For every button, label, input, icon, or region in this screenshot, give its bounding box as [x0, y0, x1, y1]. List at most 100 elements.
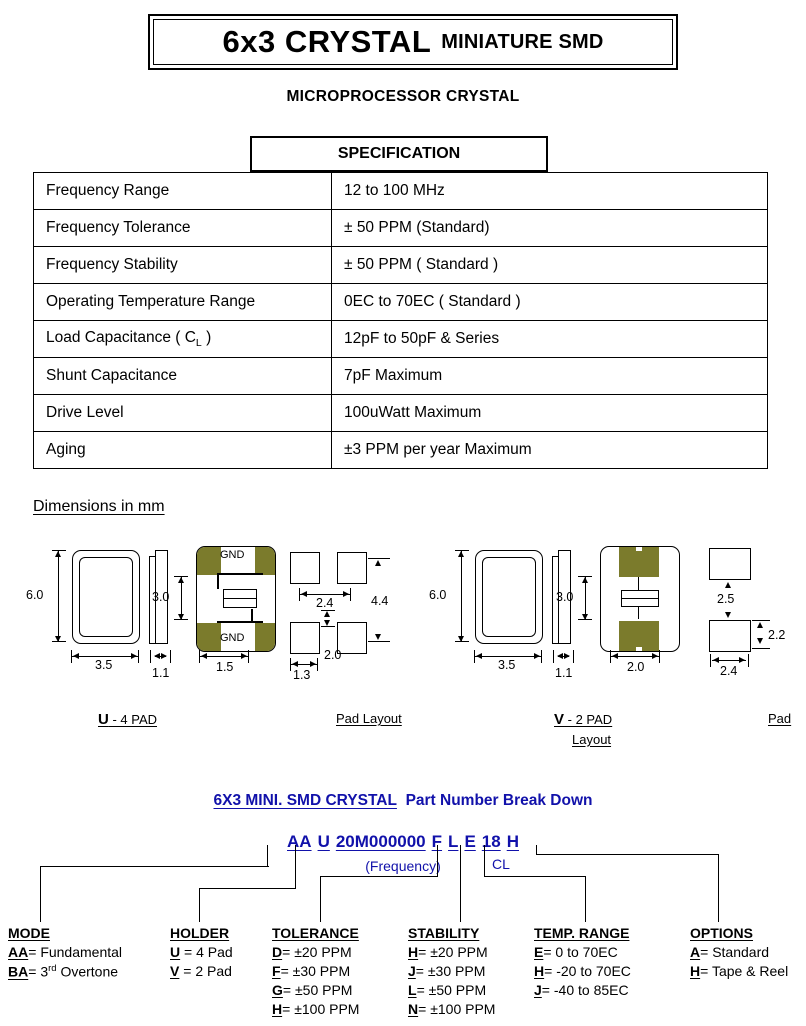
leader-tolerance-v2 — [320, 876, 322, 922]
legend-item-code: F — [272, 963, 281, 979]
v-layout-padw-arrow-left — [713, 657, 719, 663]
leader-stability-v — [460, 845, 462, 922]
u-pad-width-arrow-right — [241, 653, 247, 659]
specification-table: Frequency Range 12 to 100 MHz Frequency To… — [33, 172, 768, 469]
legend-item-code: E — [534, 944, 544, 960]
v-layout-pad-bottom — [709, 620, 751, 652]
legend-item: N= ±100 PPM — [408, 1001, 496, 1017]
v-layout-padw-label: 2.4 — [720, 664, 738, 678]
v-height-dim-line — [461, 550, 463, 642]
v-thickness-arrow-left — [557, 653, 563, 659]
legend-column-options: OPTIONS A= Standard H= Tape & Reel — [690, 925, 788, 979]
v-pad-height-label: 3.0 — [556, 590, 574, 604]
v-thickness-label: 1.1 — [555, 666, 573, 680]
caption-u-4pad: U - 4 PAD — [98, 711, 157, 728]
v-layout-padw-tick-left — [710, 654, 712, 667]
legend-item: E= 0 to 70EC — [534, 944, 618, 960]
caption-u-rest: - 4 PAD — [108, 712, 158, 727]
v-layout-padh-label: 2.2 — [768, 628, 786, 642]
v-height-label: 6.0 — [429, 588, 447, 602]
u-pad-width-tick-left — [199, 650, 201, 663]
table-row: Aging ±3 PPM per year Maximum — [33, 431, 768, 469]
legend-item: V = 2 Pad — [170, 963, 232, 979]
v-pad-height-arrow-up — [582, 577, 588, 583]
legend-item-code: AA — [8, 944, 29, 960]
v-width-label: 3.5 — [498, 658, 516, 672]
u-pad-height-tick-top — [174, 576, 188, 578]
leader-tolerance-h — [320, 876, 438, 878]
spec-label: Load Capacitance ( CL ) — [33, 320, 332, 358]
u-height-label: 6.0 — [26, 588, 44, 602]
dimension-drawings: 6.0 3.5 1.1 GND GND 3.0 1.5 2.4 4.4 1.3 … — [0, 536, 806, 696]
legend-item-superscript: rd — [48, 963, 57, 974]
u-width-tick-left — [71, 650, 73, 663]
v-layout-padh-arrow-up — [757, 622, 763, 628]
table-row: Drive Level 100uWatt Maximum — [33, 394, 768, 432]
table-row: Frequency Tolerance ± 50 PPM (Standard) — [33, 209, 768, 247]
legend-item-code: U — [170, 944, 181, 960]
u-height-dim-line — [58, 550, 60, 642]
dimensions-heading: Dimensions in mm — [33, 498, 165, 515]
legend-column-stability: STABILITY H= ±20 PPM J= ±30 PPM L= ±50 PPM N… — [408, 925, 495, 1017]
legend-column-tolerance: TOLERANCE D= ±20 PPM F= ±30 PPM G= ±50 PPM H… — [272, 925, 359, 1017]
u-pad-bottom-left — [197, 623, 221, 651]
spec-label: Frequency Range — [33, 172, 332, 210]
legend-heading: STABILITY — [408, 925, 480, 941]
title-main: 6x3 CRYSTAL — [222, 24, 432, 59]
legend-column-mode: MODE AA= Fundamental BA= 3rd Overtone — [8, 925, 122, 980]
u-trace-1 — [217, 573, 263, 575]
u-pad-height-arrow-up — [178, 577, 184, 583]
part-number-heading-rest: Part Number Break Down — [405, 792, 593, 809]
spec-table-header: SPECIFICATION — [250, 136, 548, 172]
caption-u-bold: U — [98, 711, 109, 728]
v-layout-gap-arrow-up — [725, 582, 731, 588]
legend-item: H= ±20 PPM — [408, 944, 488, 960]
legend-item: U = 4 Pad — [170, 944, 233, 960]
leader-mode-v2 — [40, 866, 42, 922]
u-pad-width-tick-right — [248, 650, 250, 663]
u-layout-pitch-tick-left — [299, 588, 301, 601]
u-package-lid — [79, 557, 133, 637]
leader-temp-v1 — [484, 845, 486, 877]
u-thickness-tick-left — [150, 650, 152, 663]
legend-heading: OPTIONS — [690, 925, 754, 941]
v-crystal-blank-bottom — [621, 598, 659, 607]
u-layout-pitch-tick-right — [350, 588, 352, 601]
spec-value: ± 50 PPM (Standard) — [331, 209, 768, 247]
legend-item-code: L — [408, 982, 417, 998]
spec-value: ± 50 PPM ( Standard ) — [331, 246, 768, 284]
u-layout-padw-label: 1.3 — [293, 668, 311, 682]
caption-v-rest: - 2 PAD — [564, 712, 613, 727]
title-banner-inner: 6x3 CRYSTAL MINIATURE SMD — [153, 19, 673, 65]
u-trace-2 — [217, 621, 263, 623]
u-width-tick-right — [138, 650, 140, 663]
leader-tolerance-v1 — [437, 845, 439, 877]
v-notch-bottom — [636, 647, 642, 651]
spec-value: 12 to 100 MHz — [331, 172, 768, 210]
v-trace-top — [638, 577, 640, 591]
v-thickness-tick-right — [573, 650, 575, 663]
v-package-lid — [482, 557, 536, 637]
legend-item-code: V — [170, 963, 180, 979]
legend-item: G= ±50 PPM — [272, 982, 353, 998]
leader-lines — [0, 845, 806, 925]
part-number-heading: 6X3 MINI. SMD CRYSTAL Part Number Break … — [0, 792, 806, 810]
legend-heading: TOLERANCE — [272, 925, 359, 941]
u-height-tick-bottom — [52, 641, 66, 643]
u-thickness-arrow-left — [154, 653, 160, 659]
table-row: Operating Temperature Range 0EC to 70EC (… — [33, 283, 768, 321]
u-pad-height-tick-bottom — [174, 619, 188, 621]
u-pad-top-left — [197, 547, 221, 575]
spec-label: Operating Temperature Range — [33, 283, 332, 321]
spec-label: Frequency Tolerance — [33, 209, 332, 247]
legend-item-code: H — [534, 963, 545, 979]
u-layout-span-label: 4.4 — [371, 594, 389, 608]
legend-item-code: A — [690, 944, 701, 960]
v-width-tick-left — [474, 650, 476, 663]
leader-mode-v1 — [267, 845, 269, 867]
legend-heading: HOLDER — [170, 925, 230, 941]
u-layout-span-arrow-up — [375, 560, 381, 566]
u-trace-4 — [251, 609, 253, 623]
v-notch-top — [636, 547, 642, 551]
u-layout-span-arrow-down — [375, 634, 381, 640]
